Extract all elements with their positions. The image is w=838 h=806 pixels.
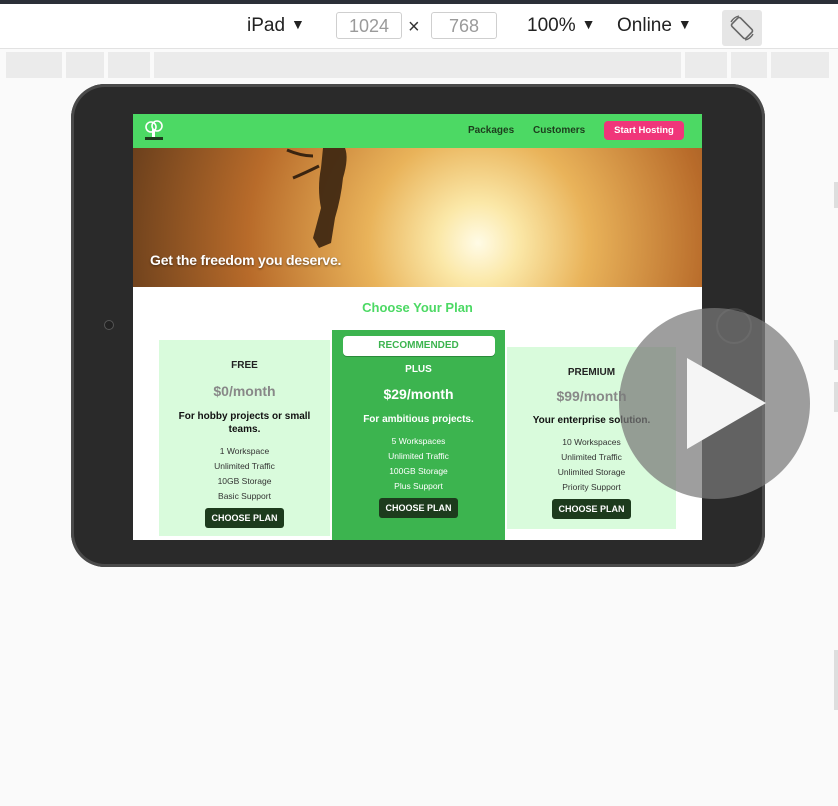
caret-down-icon: ▼ (581, 16, 596, 32)
height-input[interactable]: 768 (431, 12, 497, 39)
plan-price: $0/month (213, 383, 276, 399)
scroll-marker (834, 340, 838, 370)
choose-plan-button[interactable]: CHOOSE PLAN (379, 498, 458, 518)
scroll-marker (834, 382, 838, 412)
video-play-button[interactable] (619, 308, 810, 499)
ruler-segment[interactable] (108, 52, 150, 78)
plan-feature: Plus Support (394, 481, 443, 491)
plan-name: FREE (231, 360, 258, 371)
start-hosting-button[interactable]: Start Hosting (604, 121, 684, 140)
site-navbar: Packages Customers Start Hosting (133, 114, 702, 148)
play-icon (687, 358, 766, 449)
ruler-segment[interactable] (6, 52, 62, 78)
rotate-device-icon (730, 15, 754, 41)
plan-card-free: FREE $0/month For hobby projects or smal… (159, 340, 330, 536)
plan-feature: 1 Workspace (219, 446, 270, 456)
ruler-segment[interactable] (154, 52, 681, 78)
device-screen: Packages Customers Start Hosting Get the… (133, 114, 702, 540)
zoom-select[interactable]: 100% ▼ (527, 15, 595, 37)
nav-packages-link[interactable]: Packages (468, 125, 514, 136)
plan-feature: 5 Workspaces (391, 436, 446, 446)
device-select[interactable]: iPad ▼ (247, 15, 305, 37)
plan-card-plus: RECOMMENDED PLUS $29/month For ambitious… (332, 330, 505, 540)
hero-silhouette (286, 148, 347, 248)
plan-feature: 10GB Storage (217, 476, 272, 486)
zoom-value: 100% (527, 15, 576, 36)
choose-plan-button[interactable]: CHOOSE PLAN (205, 508, 284, 528)
width-input[interactable]: 1024 (336, 12, 402, 39)
plan-description: For ambitious projects. (363, 414, 474, 425)
hero-headline: Get the freedom you deserve. (150, 252, 342, 268)
ruler-segment[interactable] (66, 52, 104, 78)
tree-logo-icon[interactable] (143, 119, 165, 141)
dimension-separator: × (408, 16, 420, 38)
scroll-marker (834, 650, 838, 710)
choose-plan-button[interactable]: CHOOSE PLAN (552, 499, 631, 519)
network-value: Online (617, 15, 672, 36)
plan-price: $29/month (383, 386, 454, 402)
caret-down-icon: ▼ (677, 16, 692, 32)
scroll-marker (834, 182, 838, 208)
ruler-segment[interactable] (685, 52, 727, 78)
plan-name: PLUS (405, 364, 432, 375)
hero-banner: Get the freedom you deserve. (133, 148, 702, 287)
recommended-badge: RECOMMENDED (342, 336, 495, 356)
ruler-segment[interactable] (731, 52, 767, 78)
rotate-button[interactable] (722, 10, 762, 46)
device-toolbar: iPad ▼ 1024 × 768 100% ▼ Online ▼ (0, 4, 838, 49)
ipad-camera (104, 320, 114, 330)
plan-feature: Unlimited Traffic (388, 451, 449, 461)
plan-description: For hobby projects or small teams. (178, 411, 311, 435)
nav-customers-link[interactable]: Customers (533, 125, 585, 136)
plan-feature: Basic Support (218, 491, 271, 501)
network-select[interactable]: Online ▼ (617, 15, 692, 37)
device-name: iPad (247, 15, 286, 36)
plan-feature: Unlimited Traffic (214, 461, 275, 471)
ruler-segment[interactable] (771, 52, 829, 78)
caret-down-icon: ▼ (291, 16, 305, 32)
section-title: Choose Your Plan (362, 300, 473, 315)
plan-feature: 100GB Storage (389, 466, 448, 476)
